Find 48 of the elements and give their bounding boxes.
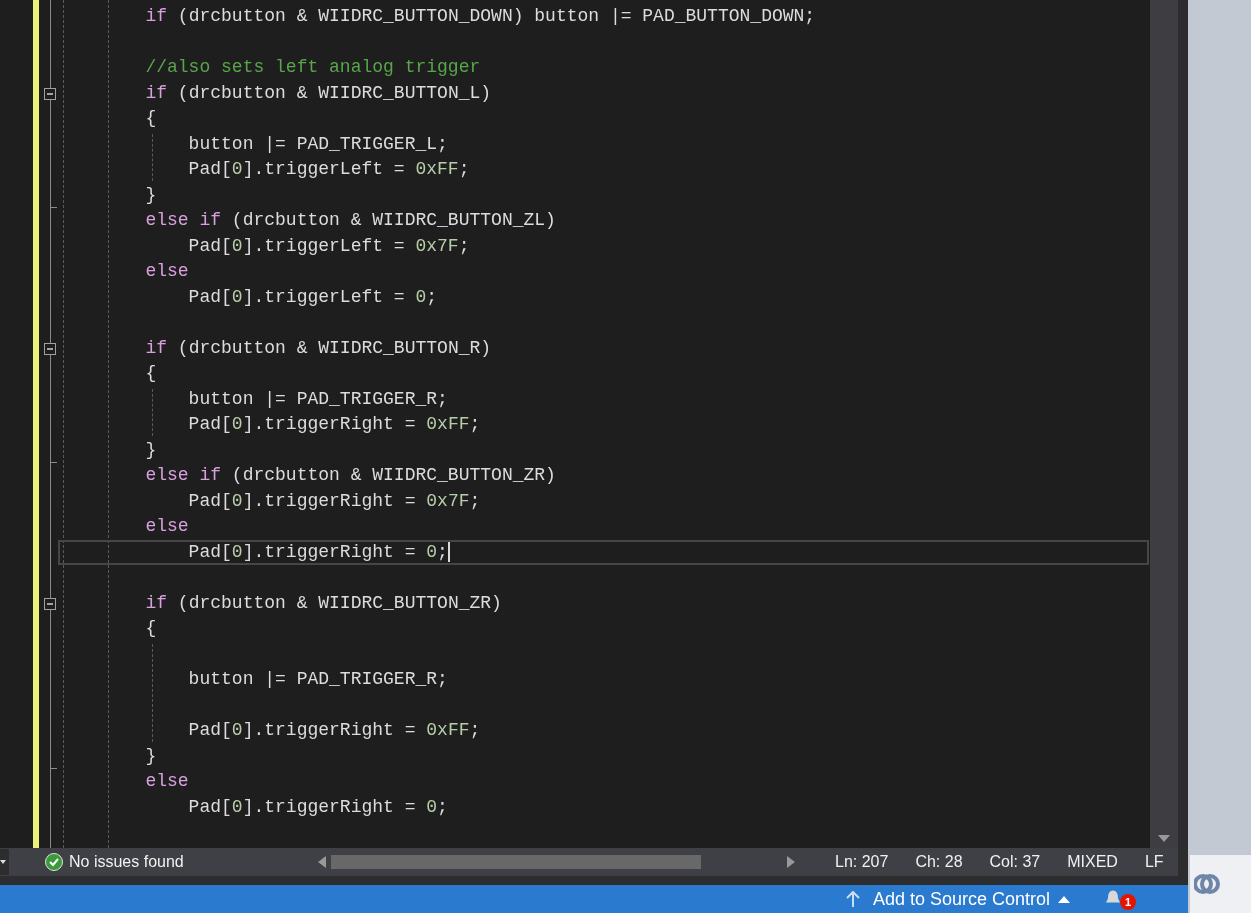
code-line: Pad[0].triggerLeft = 0x7F;	[187, 234, 470, 258]
scroll-down-icon[interactable]	[1158, 835, 1170, 842]
code-line: Pad[0].triggerRight = 0x7F;	[187, 489, 481, 513]
dropdown-button[interactable]	[0, 849, 9, 875]
code-line: Pad[0].triggerRight = 0;	[187, 540, 450, 564]
notification-badge: 1	[1120, 894, 1137, 910]
code-line: if (drcbutton & WIIDRC_BUTTON_L)	[144, 81, 492, 105]
cursor-position-field[interactable]: LF	[1144, 850, 1164, 874]
source-control-button[interactable]: Add to Source Control	[873, 885, 1071, 913]
code-line: Pad[0].triggerRight = 0xFF;	[187, 413, 481, 436]
notification-bell-icon[interactable]	[1106, 890, 1121, 903]
scroll-left-icon[interactable]	[318, 856, 326, 868]
code-line: button |= PAD_TRIGGER_R;	[187, 387, 448, 411]
code-line: else if (drcbutton & WIIDRC_BUTTON_ZR)	[144, 464, 556, 487]
code-line: else	[144, 770, 189, 793]
collapse-icon[interactable]	[44, 87, 56, 100]
cursor-position-field[interactable]: Col: 37	[989, 850, 1041, 874]
code-line: else	[144, 260, 189, 283]
code-line: if (drcbutton & WIIDRC_BUTTON_ZR)	[144, 591, 502, 615]
code-line: Pad[0].triggerLeft = 0xFF;	[187, 158, 470, 181]
code-line: button |= PAD_TRIGGER_L;	[187, 132, 448, 156]
code-line: }	[144, 438, 157, 462]
code-line: {	[144, 617, 157, 640]
code-line: Pad[0].triggerRight = 0xFF;	[187, 719, 481, 742]
rings-icon[interactable]	[1194, 871, 1220, 897]
collapse-icon[interactable]	[44, 342, 56, 355]
cursor-position-field[interactable]: Ln: 207	[835, 850, 889, 874]
code-line: else if (drcbutton & WIIDRC_BUTTON_ZL)	[144, 209, 556, 232]
code-line: //also sets left analog trigger	[144, 56, 481, 79]
code-line: }	[144, 183, 157, 207]
code-line: Pad[0].triggerRight = 0;	[187, 795, 448, 819]
code-line: if (drcbutton & WIIDRC_BUTTON_R)	[144, 336, 492, 360]
caret-down-icon	[0, 860, 6, 864]
code-line: button |= PAD_TRIGGER_R;	[187, 668, 448, 691]
issues-status[interactable]: No issues found	[69, 850, 184, 874]
scroll-right-icon[interactable]	[787, 856, 795, 868]
code-line: {	[144, 107, 157, 130]
code-line: Pad[0].triggerLeft = 0;	[187, 285, 438, 309]
cursor-position-field[interactable]: Ch: 28	[915, 850, 963, 874]
code-line: else	[144, 515, 189, 538]
code-line: }	[144, 744, 157, 768]
code-line: {	[144, 362, 157, 385]
caret-up-icon	[1058, 895, 1071, 903]
horizontal-scrollbar-thumb[interactable]	[331, 855, 701, 869]
cursor-position-field[interactable]: MIXED	[1067, 850, 1118, 874]
collapse-icon[interactable]	[44, 597, 56, 610]
upload-arrow-icon	[846, 891, 860, 907]
code-line: if (drcbutton & WIIDRC_BUTTON_DOWN) button |= PAD_BUTTON_DOWN;	[144, 5, 816, 28]
